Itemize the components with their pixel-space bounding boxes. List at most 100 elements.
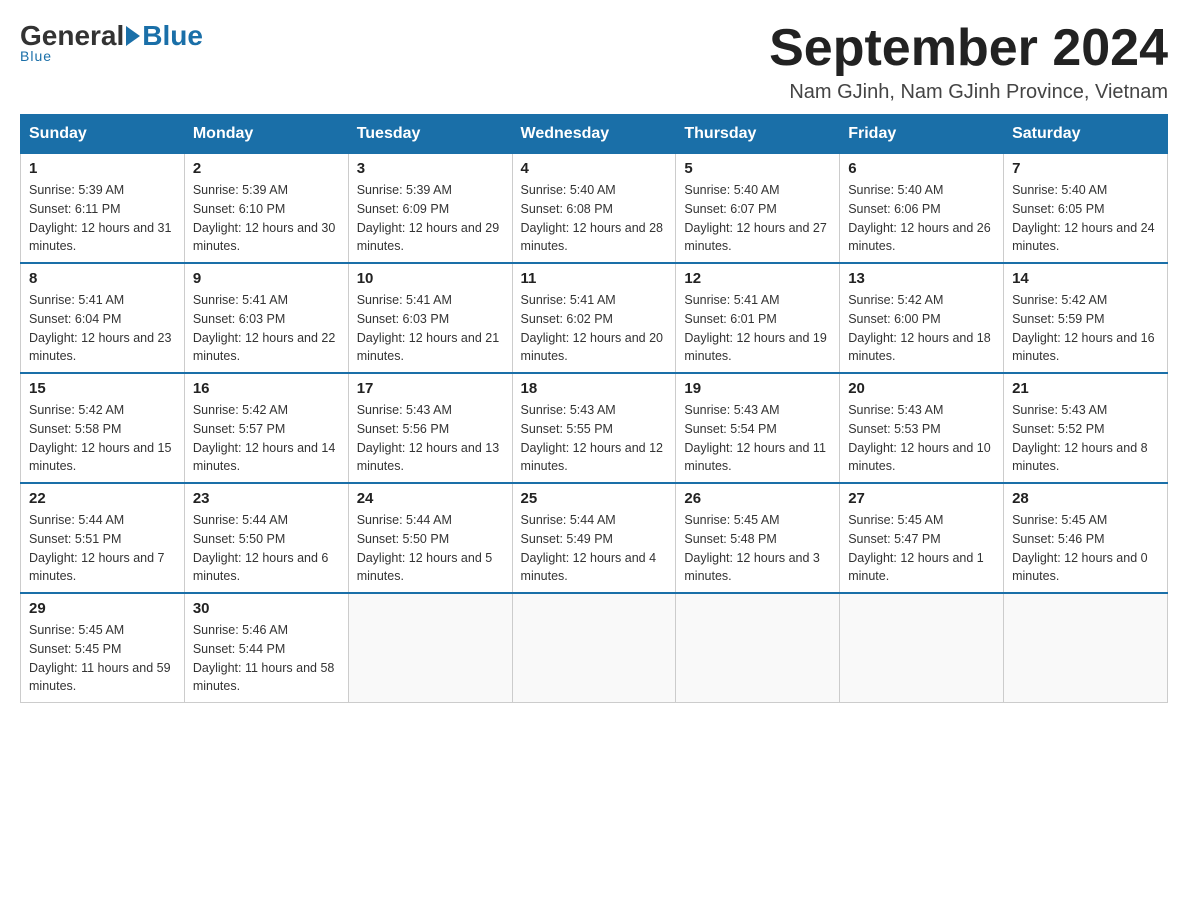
calendar-day-cell: 24 Sunrise: 5:44 AMSunset: 5:50 PMDayligh… <box>348 483 512 593</box>
day-number: 13 <box>848 270 995 287</box>
calendar-day-cell: 22Sunrise: 5:44 AMSunset: 5:51 PMDayligh… <box>21 483 185 593</box>
calendar-day-cell: 11 Sunrise: 5:41 AMSunset: 6:02 PMDayligh… <box>512 263 676 373</box>
calendar-day-cell: 8 Sunrise: 5:41 AMSunset: 6:04 PMDaylight… <box>21 263 185 373</box>
location-subtitle: Nam GJinh, Nam GJinh Province, Vietnam <box>769 81 1168 104</box>
day-info: Sunrise: 5:40 AMSunset: 6:06 PMDaylight:… <box>848 181 995 256</box>
day-info: Sunrise: 5:43 AMSunset: 5:54 PMDaylight:… <box>684 401 831 476</box>
day-info: Sunrise: 5:43 AMSunset: 5:52 PMDaylight:… <box>1012 401 1159 476</box>
calendar-day-cell: 14Sunrise: 5:42 AMSunset: 5:59 PMDayligh… <box>1004 263 1168 373</box>
day-info: Sunrise: 5:45 AMSunset: 5:48 PMDaylight:… <box>684 511 831 586</box>
day-info: Sunrise: 5:46 AMSunset: 5:44 PMDaylight:… <box>193 621 340 696</box>
day-number: 3 <box>357 160 504 177</box>
day-number: 12 <box>684 270 831 287</box>
calendar-day-cell: 7 Sunrise: 5:40 AMSunset: 6:05 PMDaylight… <box>1004 154 1168 264</box>
day-number: 6 <box>848 160 995 177</box>
day-number: 23 <box>193 490 340 507</box>
calendar-day-cell: 30 Sunrise: 5:46 AMSunset: 5:44 PMDayligh… <box>184 593 348 703</box>
calendar-day-cell <box>676 593 840 703</box>
calendar-week-row: 8 Sunrise: 5:41 AMSunset: 6:04 PMDaylight… <box>21 263 1168 373</box>
weekday-header-monday: Monday <box>184 115 348 154</box>
day-info: Sunrise: 5:44 AMSunset: 5:49 PMDaylight:… <box>521 511 668 586</box>
day-number: 8 <box>29 270 176 287</box>
day-info: Sunrise: 5:45 AMSunset: 5:46 PMDaylight:… <box>1012 511 1159 586</box>
day-number: 5 <box>684 160 831 177</box>
day-info: Sunrise: 5:41 AMSunset: 6:03 PMDaylight:… <box>357 291 504 366</box>
logo: General Blue Blue <box>20 20 203 64</box>
day-number: 20 <box>848 380 995 397</box>
day-number: 1 <box>29 160 176 177</box>
day-info: Sunrise: 5:39 AMSunset: 6:09 PMDaylight:… <box>357 181 504 256</box>
calendar-day-cell: 23 Sunrise: 5:44 AMSunset: 5:50 PMDayligh… <box>184 483 348 593</box>
day-info: Sunrise: 5:43 AMSunset: 5:53 PMDaylight:… <box>848 401 995 476</box>
calendar-day-cell <box>512 593 676 703</box>
logo-blue-text: Blue <box>142 20 203 52</box>
calendar-day-cell: 12 Sunrise: 5:41 AMSunset: 6:01 PMDayligh… <box>676 263 840 373</box>
day-number: 27 <box>848 490 995 507</box>
day-info: Sunrise: 5:40 AMSunset: 6:07 PMDaylight:… <box>684 181 831 256</box>
calendar-day-cell: 27 Sunrise: 5:45 AMSunset: 5:47 PMDayligh… <box>840 483 1004 593</box>
calendar-day-cell: 17Sunrise: 5:43 AMSunset: 5:56 PMDayligh… <box>348 373 512 483</box>
day-number: 30 <box>193 600 340 617</box>
day-info: Sunrise: 5:41 AMSunset: 6:01 PMDaylight:… <box>684 291 831 366</box>
day-number: 14 <box>1012 270 1159 287</box>
page-header: General Blue Blue September 2024 Nam GJi… <box>20 20 1168 104</box>
day-number: 29 <box>29 600 176 617</box>
calendar-day-cell <box>840 593 1004 703</box>
logo-underline-text: Blue <box>20 48 52 64</box>
calendar-week-row: 22Sunrise: 5:44 AMSunset: 5:51 PMDayligh… <box>21 483 1168 593</box>
day-number: 25 <box>521 490 668 507</box>
day-info: Sunrise: 5:41 AMSunset: 6:03 PMDaylight:… <box>193 291 340 366</box>
day-info: Sunrise: 5:40 AMSunset: 6:08 PMDaylight:… <box>521 181 668 256</box>
calendar-day-cell: 9Sunrise: 5:41 AMSunset: 6:03 PMDaylight… <box>184 263 348 373</box>
day-info: Sunrise: 5:40 AMSunset: 6:05 PMDaylight:… <box>1012 181 1159 256</box>
month-title: September 2024 <box>769 20 1168 77</box>
calendar-day-cell: 10 Sunrise: 5:41 AMSunset: 6:03 PMDayligh… <box>348 263 512 373</box>
calendar-table: SundayMondayTuesdayWednesdayThursdayFrid… <box>20 114 1168 703</box>
weekday-header-row: SundayMondayTuesdayWednesdayThursdayFrid… <box>21 115 1168 154</box>
day-info: Sunrise: 5:42 AMSunset: 5:58 PMDaylight:… <box>29 401 176 476</box>
day-number: 24 <box>357 490 504 507</box>
day-number: 21 <box>1012 380 1159 397</box>
day-number: 7 <box>1012 160 1159 177</box>
day-number: 10 <box>357 270 504 287</box>
day-number: 18 <box>521 380 668 397</box>
weekday-header-sunday: Sunday <box>21 115 185 154</box>
day-info: Sunrise: 5:45 AMSunset: 5:47 PMDaylight:… <box>848 511 995 586</box>
logo-arrow-icon <box>126 26 140 46</box>
day-number: 16 <box>193 380 340 397</box>
calendar-week-row: 1 Sunrise: 5:39 AMSunset: 6:11 PMDaylight… <box>21 154 1168 264</box>
calendar-day-cell: 15 Sunrise: 5:42 AMSunset: 5:58 PMDayligh… <box>21 373 185 483</box>
calendar-day-cell: 5 Sunrise: 5:40 AMSunset: 6:07 PMDaylight… <box>676 154 840 264</box>
day-info: Sunrise: 5:45 AMSunset: 5:45 PMDaylight:… <box>29 621 176 696</box>
day-info: Sunrise: 5:44 AMSunset: 5:50 PMDaylight:… <box>193 511 340 586</box>
weekday-header-friday: Friday <box>840 115 1004 154</box>
calendar-day-cell: 19 Sunrise: 5:43 AMSunset: 5:54 PMDayligh… <box>676 373 840 483</box>
day-info: Sunrise: 5:39 AMSunset: 6:11 PMDaylight:… <box>29 181 176 256</box>
calendar-day-cell: 21 Sunrise: 5:43 AMSunset: 5:52 PMDayligh… <box>1004 373 1168 483</box>
calendar-week-row: 15 Sunrise: 5:42 AMSunset: 5:58 PMDayligh… <box>21 373 1168 483</box>
day-number: 28 <box>1012 490 1159 507</box>
weekday-header-wednesday: Wednesday <box>512 115 676 154</box>
calendar-day-cell: 20 Sunrise: 5:43 AMSunset: 5:53 PMDayligh… <box>840 373 1004 483</box>
weekday-header-thursday: Thursday <box>676 115 840 154</box>
day-number: 15 <box>29 380 176 397</box>
calendar-day-cell: 1 Sunrise: 5:39 AMSunset: 6:11 PMDaylight… <box>21 154 185 264</box>
title-block: September 2024 Nam GJinh, Nam GJinh Prov… <box>769 20 1168 104</box>
calendar-day-cell: 13Sunrise: 5:42 AMSunset: 6:00 PMDayligh… <box>840 263 1004 373</box>
day-number: 11 <box>521 270 668 287</box>
day-info: Sunrise: 5:41 AMSunset: 6:02 PMDaylight:… <box>521 291 668 366</box>
calendar-day-cell: 29 Sunrise: 5:45 AMSunset: 5:45 PMDayligh… <box>21 593 185 703</box>
calendar-day-cell: 6 Sunrise: 5:40 AMSunset: 6:06 PMDaylight… <box>840 154 1004 264</box>
calendar-day-cell <box>1004 593 1168 703</box>
weekday-header-tuesday: Tuesday <box>348 115 512 154</box>
day-info: Sunrise: 5:41 AMSunset: 6:04 PMDaylight:… <box>29 291 176 366</box>
day-number: 26 <box>684 490 831 507</box>
day-info: Sunrise: 5:43 AMSunset: 5:56 PMDaylight:… <box>357 401 504 476</box>
day-info: Sunrise: 5:39 AMSunset: 6:10 PMDaylight:… <box>193 181 340 256</box>
calendar-week-row: 29 Sunrise: 5:45 AMSunset: 5:45 PMDayligh… <box>21 593 1168 703</box>
day-info: Sunrise: 5:44 AMSunset: 5:51 PMDaylight:… <box>29 511 176 586</box>
day-info: Sunrise: 5:44 AMSunset: 5:50 PMDaylight:… <box>357 511 504 586</box>
calendar-day-cell: 26 Sunrise: 5:45 AMSunset: 5:48 PMDayligh… <box>676 483 840 593</box>
day-number: 19 <box>684 380 831 397</box>
weekday-header-saturday: Saturday <box>1004 115 1168 154</box>
